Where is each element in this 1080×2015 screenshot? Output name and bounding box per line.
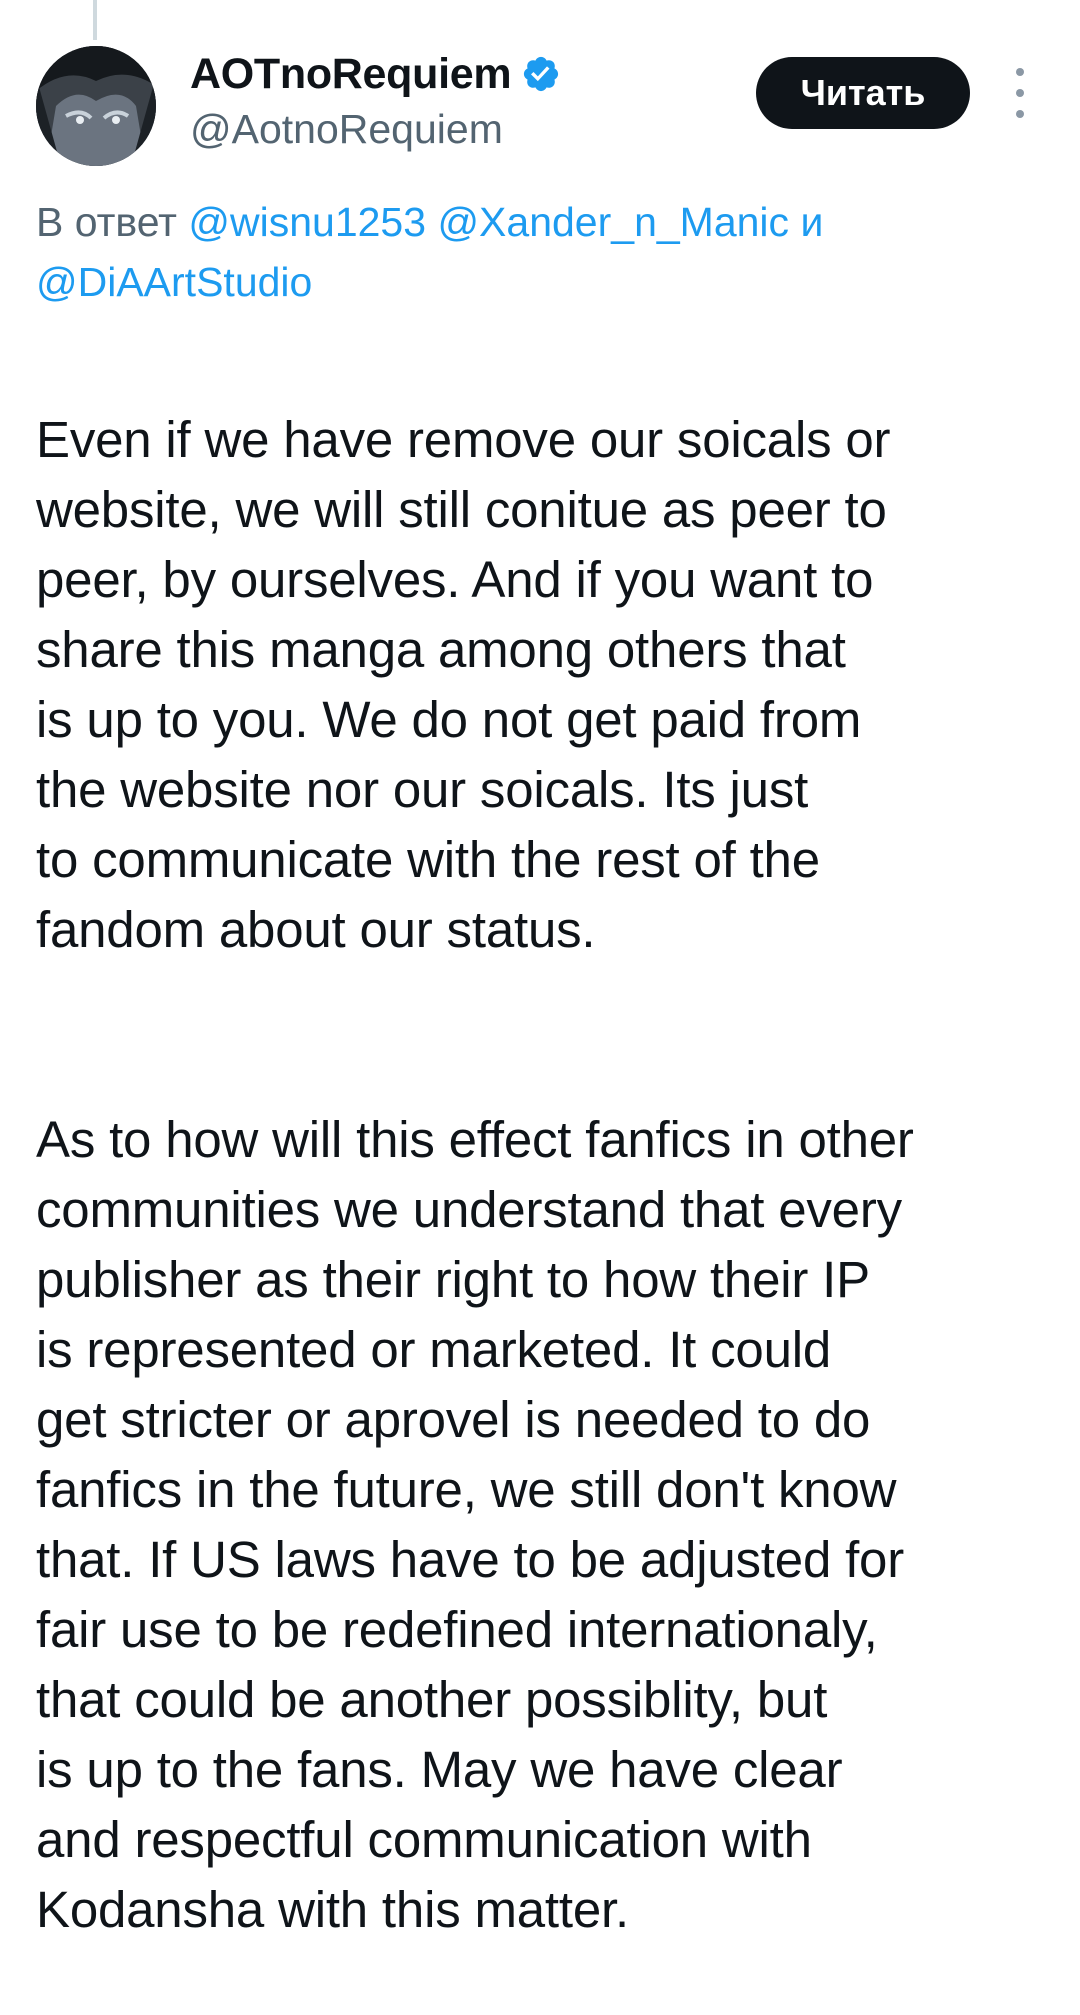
- user-handle[interactable]: @AotnoRequiem: [190, 106, 561, 153]
- verified-badge-icon: [521, 54, 561, 94]
- name-row: AOTnoRequiem: [190, 46, 561, 102]
- tweet-paragraph: Even if we have remove our soicals or we…: [36, 411, 891, 958]
- tweet-text: Even if we have remove our soicals or we…: [36, 335, 1056, 2015]
- thread-connector-line: [93, 0, 97, 40]
- follow-button[interactable]: Читать: [756, 57, 970, 129]
- avatar-image: [36, 46, 156, 166]
- more-dot: [1016, 68, 1024, 76]
- display-name[interactable]: AOTnoRequiem: [190, 50, 512, 99]
- author-info[interactable]: AOTnoRequiem @AotnoRequiem: [190, 46, 561, 153]
- more-dot: [1016, 110, 1024, 118]
- mention-link[interactable]: @Xander_n_Manic: [437, 199, 789, 245]
- mention-link[interactable]: @wisnu1253: [188, 199, 426, 245]
- avatar[interactable]: [36, 46, 156, 166]
- mention-link[interactable]: @DiAArtStudio: [36, 259, 312, 305]
- reply-to-prefix: В ответ: [36, 199, 177, 245]
- more-dot: [1016, 89, 1024, 97]
- tweet-paragraph: As to how will this effect fanfics in ot…: [36, 1111, 914, 1938]
- reply-to-line: В ответ @wisnu1253 @Xander_n_Manic и @Di…: [36, 192, 1046, 312]
- more-options-icon[interactable]: [1000, 68, 1040, 118]
- reply-to-conjunction: и: [800, 199, 824, 245]
